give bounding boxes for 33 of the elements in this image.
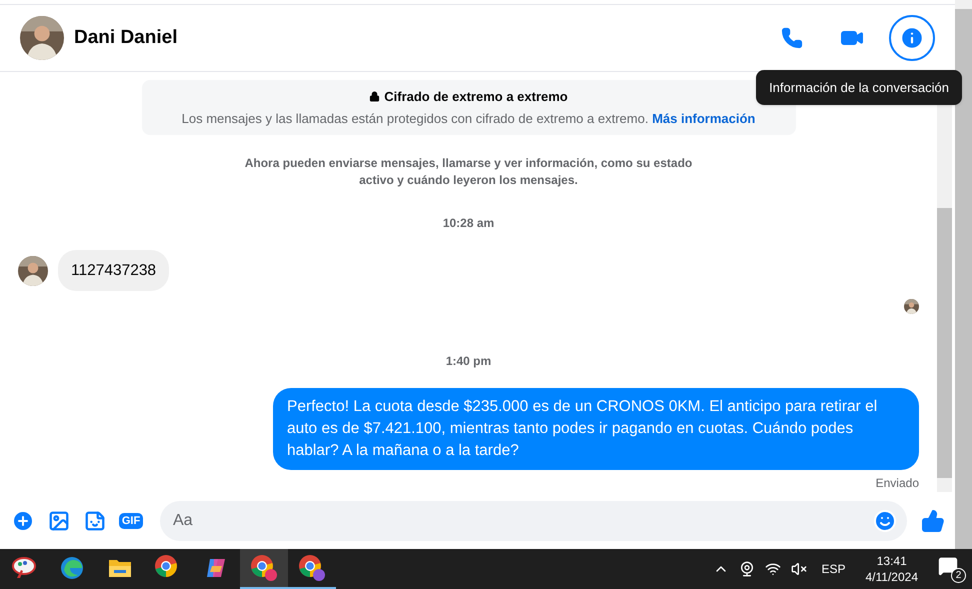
sent-message: Perfecto! La cuota desde $235.000 es de un CRONOS 0KM. El anticipo para retirar el auto es de $7.421.100, mientras tanto podes ir pagando en cuotas. Cuándo podes hablar? A la mañana o a la tarde? [273, 388, 919, 470]
avatar [904, 299, 919, 314]
folder-icon [108, 557, 132, 579]
clock[interactable]: 13:41 4/11/2024 [866, 553, 918, 585]
edge-icon [60, 556, 84, 580]
notification-count: 2 [951, 568, 966, 583]
avatar [20, 16, 64, 60]
webcam-icon [739, 561, 756, 577]
tooltip: Información de la conversación [756, 70, 962, 106]
image-icon [48, 510, 70, 532]
more-info-link[interactable]: Más información [652, 110, 756, 126]
sticker-icon [84, 510, 106, 532]
language-indicator[interactable]: ESP [821, 560, 846, 578]
lock-icon [369, 91, 380, 102]
received-message: 1127437238 [58, 250, 170, 292]
phone-icon [781, 26, 803, 49]
notifications-icon [938, 556, 958, 576]
timestamp: 10:28 am [442, 215, 494, 232]
chrome-icon [298, 554, 326, 582]
taskbar-app[interactable] [240, 549, 288, 589]
contact-name: Dani Daniel [74, 26, 178, 50]
chrome-icon [250, 554, 278, 582]
system-message: Ahora pueden enviarse mensajes, llamarse y ver información, como su estado activo y cuándo leyeron los mensajes. [244, 155, 694, 190]
notice-body: Los mensajes y las llamadas están protegidos con cifrado de extremo a extremo. Más información [182, 110, 756, 128]
wifi-icon [765, 561, 782, 577]
timestamp: 1:40 pm [446, 353, 492, 370]
muted-speaker-icon [791, 561, 808, 577]
info-button[interactable] [889, 14, 935, 61]
message-input[interactable]: Aa [160, 500, 907, 541]
notice-title: Cifrado de extremo a extremo [384, 88, 568, 106]
like-icon [921, 508, 945, 533]
message-status: Enviado [876, 475, 919, 492]
avatar [18, 256, 48, 286]
